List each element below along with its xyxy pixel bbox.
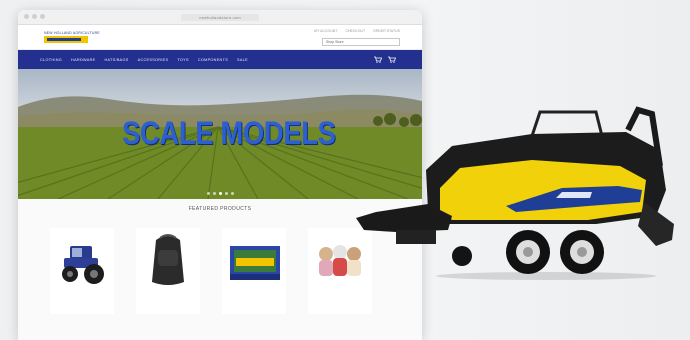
window-controls[interactable]: [24, 14, 45, 19]
baler-model-icon: [356, 106, 674, 280]
search-input[interactable]: Shop Store: [322, 38, 400, 46]
carousel-dot[interactable]: [206, 192, 210, 195]
nav-item-toys[interactable]: TOYS: [177, 58, 188, 62]
backpack-icon: [152, 234, 184, 285]
main-nav: CLOTHING HARDWARE HATS/BAGS ACCESSORIES …: [18, 50, 422, 69]
boxed-model-icon: [230, 246, 280, 280]
minimize-dot-icon[interactable]: [32, 14, 37, 19]
logo-text: NEW HOLLAND AGRICULTURE: [44, 31, 100, 35]
nav-item-sale[interactable]: SALE: [237, 58, 248, 62]
nav-item-components[interactable]: COMPONENTS: [198, 58, 228, 62]
nav-item-hats-bags[interactable]: HATS/BAGS: [104, 58, 128, 62]
product-card[interactable]: [136, 228, 200, 314]
maximize-dot-icon[interactable]: [40, 14, 45, 19]
browser-titlebar: newhollandstore.com: [18, 10, 422, 25]
product-card[interactable]: [222, 228, 286, 314]
product-card[interactable]: [50, 228, 114, 314]
carousel-dot[interactable]: [224, 192, 228, 195]
cart-icon[interactable]: [374, 56, 382, 63]
hero-title: SCALE MODELS: [122, 115, 336, 151]
tractor-model-icon: [62, 246, 104, 284]
checkout-link[interactable]: CHECKOUT: [345, 29, 365, 33]
account-links: MY ACCOUNT CHECKOUT ORDER STATUS: [314, 29, 400, 33]
cart-controls: [374, 56, 396, 63]
order-status-link[interactable]: ORDER STATUS: [373, 29, 400, 33]
site-header: NEW HOLLAND AGRICULTURE MY ACCOUNT CHECK…: [18, 25, 422, 50]
nav-item-clothing[interactable]: CLOTHING: [40, 58, 62, 62]
address-bar[interactable]: newhollandstore.com: [181, 13, 259, 21]
nav-item-accessories[interactable]: ACCESSORIES: [138, 58, 169, 62]
my-account-link[interactable]: MY ACCOUNT: [314, 29, 337, 33]
close-dot-icon[interactable]: [24, 14, 29, 19]
cart-icon[interactable]: [388, 56, 396, 63]
carousel-dot-active[interactable]: [218, 192, 222, 195]
nav-item-hardware[interactable]: HARDWARE: [71, 58, 95, 62]
brand-logo[interactable]: NEW HOLLAND AGRICULTURE: [44, 31, 100, 45]
logo-bar-icon: [44, 36, 88, 43]
carousel-dot[interactable]: [212, 192, 216, 195]
carousel-dot[interactable]: [230, 192, 234, 195]
